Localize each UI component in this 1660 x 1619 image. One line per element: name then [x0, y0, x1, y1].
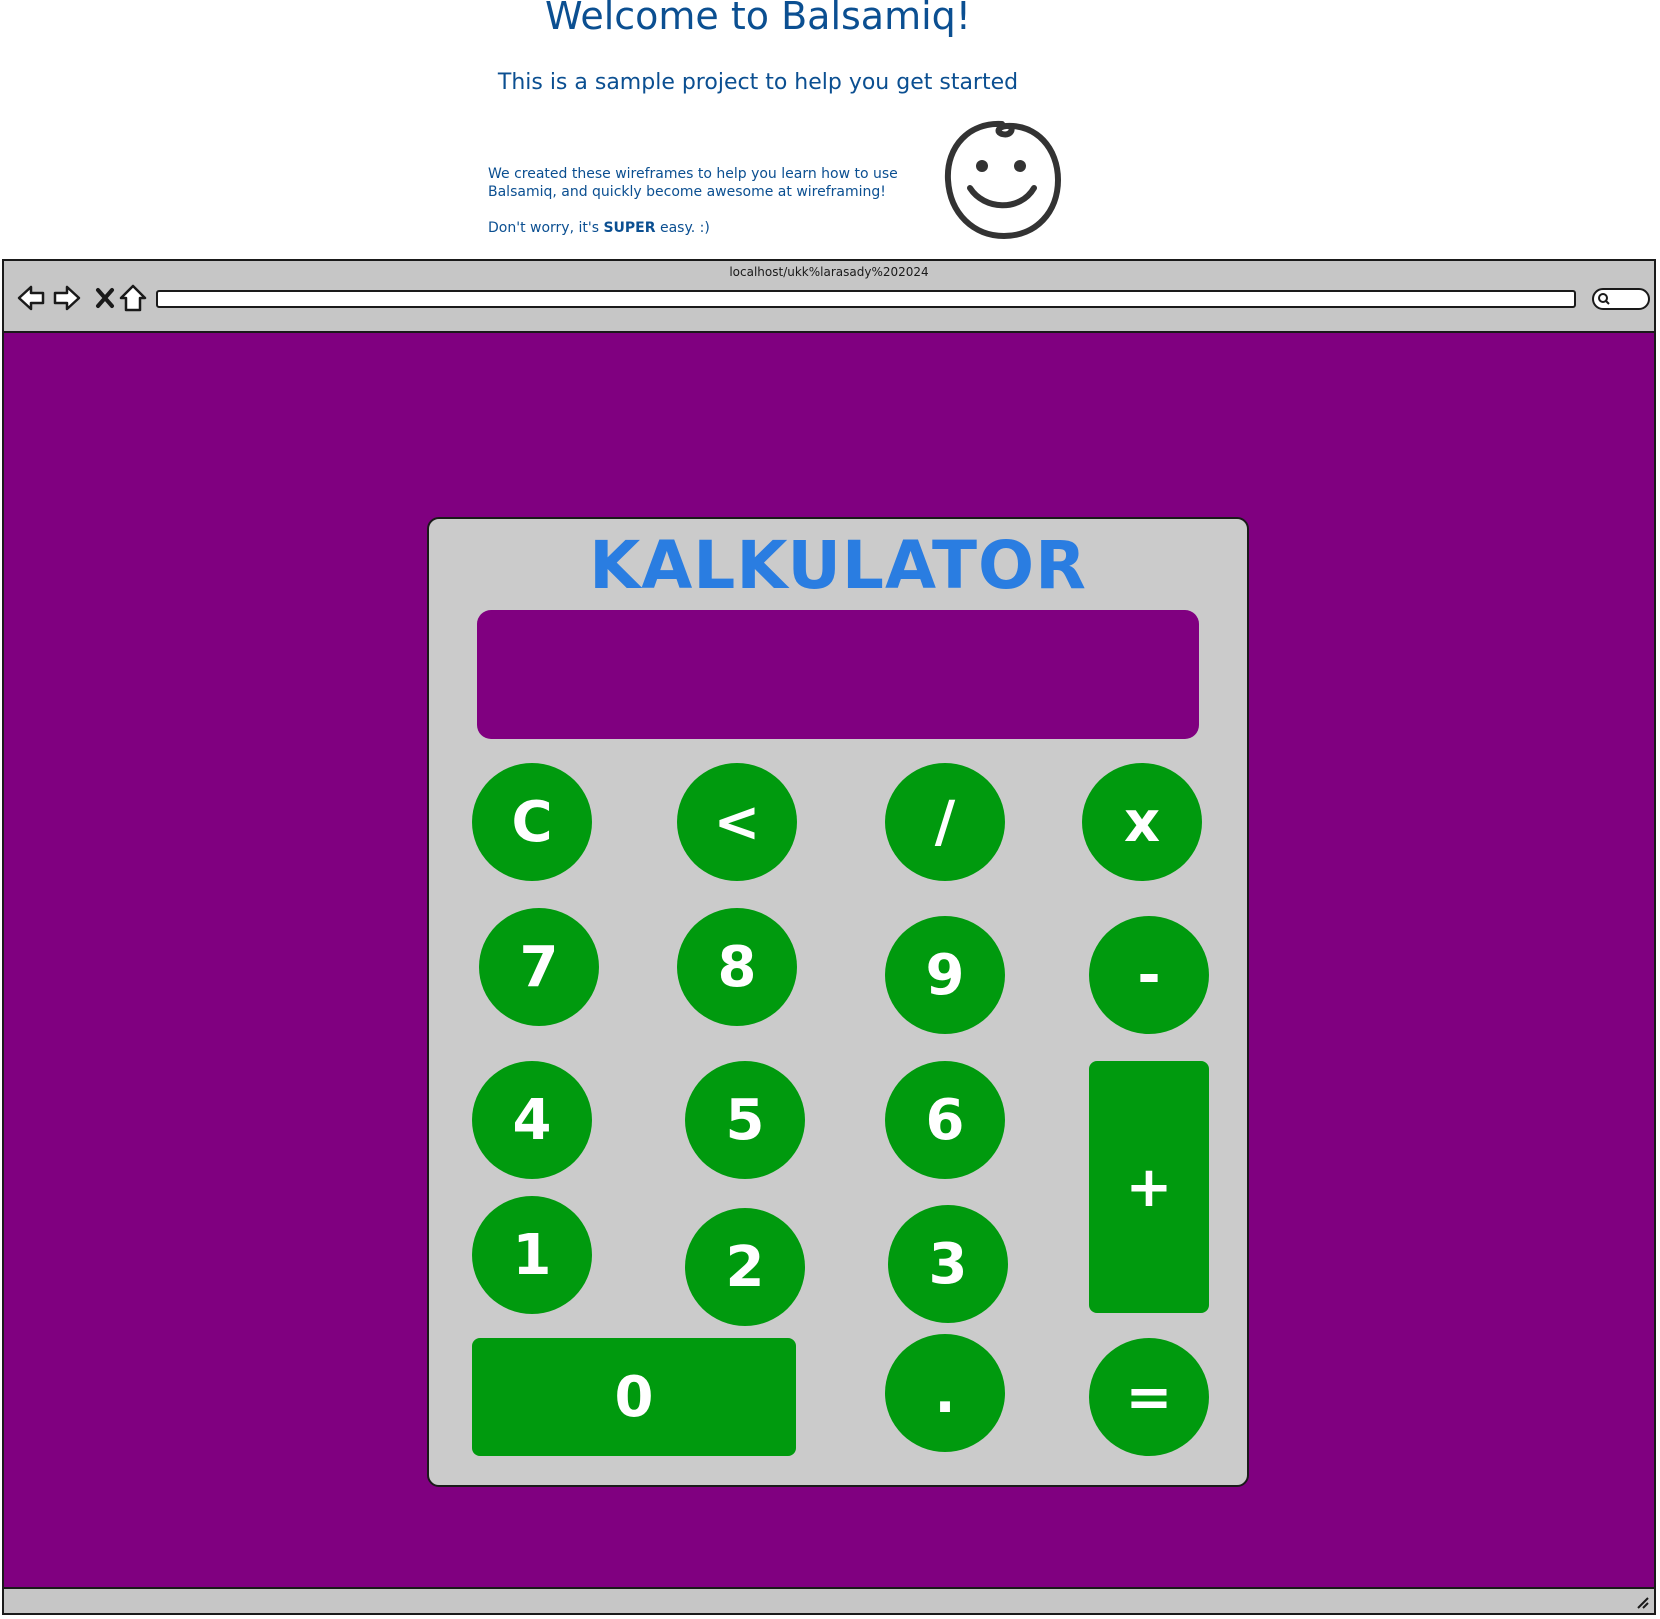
digit-4-button[interactable]: 4 [472, 1061, 592, 1179]
browser-toolbar: localhost/ukk%larasady%202024 [4, 261, 1654, 333]
digit-3-button[interactable]: 3 [888, 1205, 1008, 1323]
welcome-easy-text: Don't worry, it's SUPER easy. :) [488, 219, 918, 237]
digit-5-button[interactable]: 5 [685, 1061, 805, 1179]
welcome-subtitle: This is a sample project to help you get… [497, 70, 1019, 95]
calculator-display [477, 610, 1199, 739]
digit-2-button[interactable]: 2 [685, 1208, 805, 1326]
browser-status-bar [4, 1587, 1654, 1613]
smiley-face-icon [944, 120, 1062, 240]
digit-9-button[interactable]: 9 [885, 916, 1005, 1034]
backspace-button[interactable]: < [677, 763, 797, 881]
close-icon[interactable] [90, 283, 120, 313]
digit-7-button[interactable]: 7 [479, 908, 599, 1026]
multiply-button[interactable]: x [1082, 763, 1202, 881]
welcome-title: Welcome to Balsamiq! [544, 0, 972, 38]
easy-bold: SUPER [603, 220, 656, 236]
url-label: localhost/ukk%larasady%202024 [729, 265, 929, 279]
easy-suffix: easy. :) [655, 220, 710, 236]
welcome-body: We created these wireframes to help you … [488, 165, 918, 255]
search-icon [1598, 293, 1610, 305]
home-icon[interactable] [118, 283, 148, 313]
digit-6-button[interactable]: 6 [885, 1061, 1005, 1179]
calculator-panel: KALKULATOR C < / x 7 8 9 - 4 5 6 + 1 2 3… [427, 517, 1249, 1487]
back-arrow-icon[interactable] [16, 283, 46, 313]
calculator-title: KALKULATOR [589, 527, 1087, 604]
clear-button[interactable]: C [472, 763, 592, 881]
resize-grip-icon[interactable] [1634, 1594, 1650, 1610]
digit-1-button[interactable]: 1 [472, 1196, 592, 1314]
browser-window: localhost/ukk%larasady%202024 KALKULATOR… [2, 259, 1656, 1615]
address-bar[interactable] [156, 290, 1576, 308]
digit-8-button[interactable]: 8 [677, 908, 797, 1026]
equals-button[interactable]: = [1089, 1338, 1209, 1456]
digit-0-button[interactable]: 0 [472, 1338, 796, 1456]
easy-prefix: Don't worry, it's [488, 220, 604, 236]
forward-arrow-icon[interactable] [52, 283, 82, 313]
decimal-button[interactable]: . [885, 1334, 1005, 1452]
minus-button[interactable]: - [1089, 916, 1209, 1034]
divide-button[interactable]: / [885, 763, 1005, 881]
browser-search-field[interactable] [1592, 288, 1650, 310]
plus-button[interactable]: + [1089, 1061, 1209, 1313]
welcome-intro-text: We created these wireframes to help you … [488, 166, 898, 200]
